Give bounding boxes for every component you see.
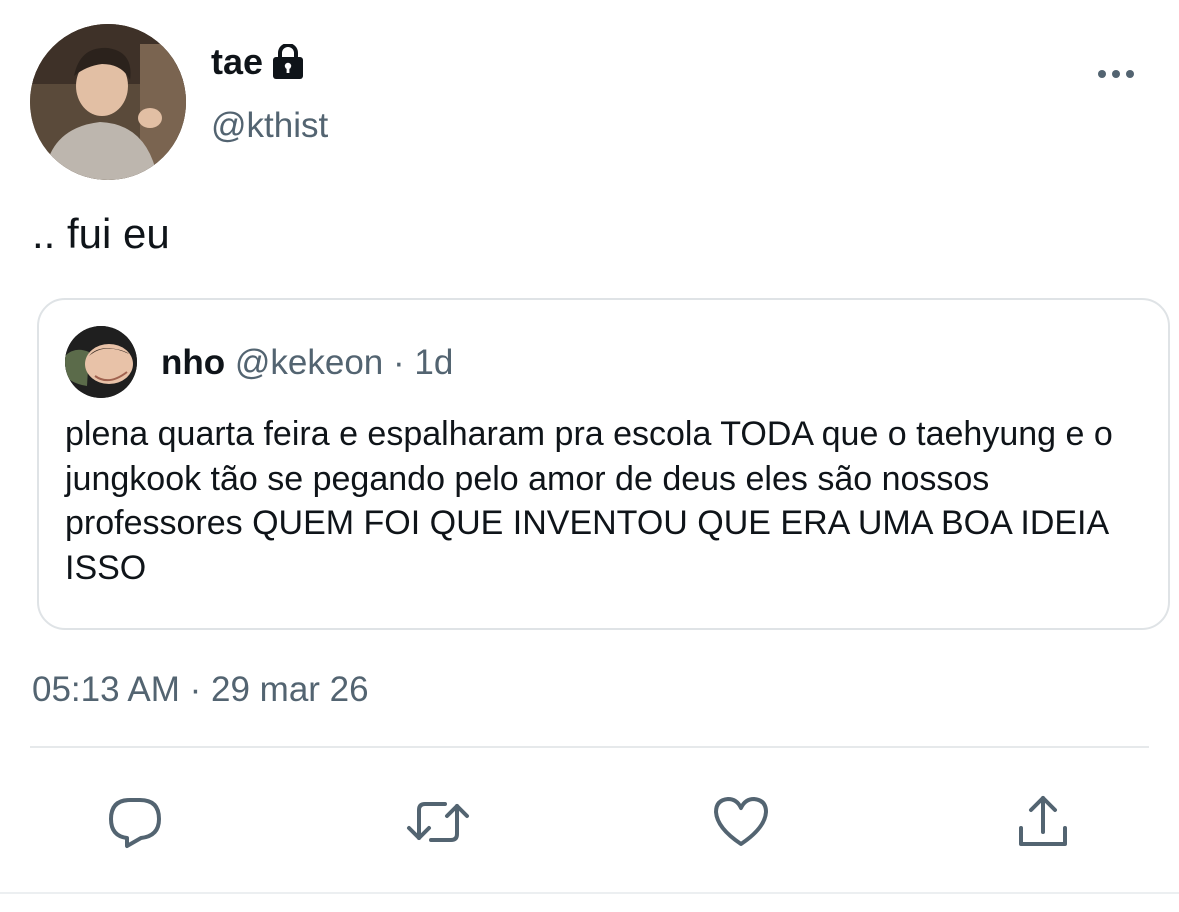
- quoted-author-avatar[interactable]: [65, 326, 137, 398]
- share-button[interactable]: [1011, 790, 1075, 854]
- reply-button[interactable]: [103, 790, 167, 854]
- divider: [30, 746, 1149, 748]
- quoted-author-handle[interactable]: @kekeon: [235, 343, 383, 382]
- timestamp-separator: ·: [189, 670, 202, 709]
- reply-icon: [105, 792, 165, 852]
- share-icon: [1013, 792, 1073, 852]
- quoted-tweet-age: 1d: [414, 343, 454, 382]
- avatar-image: [30, 24, 186, 180]
- heart-icon: [711, 794, 771, 850]
- author-avatar[interactable]: [30, 24, 186, 180]
- tweet-time: 05:13 AM: [32, 670, 180, 709]
- more-options-icon[interactable]: [1094, 62, 1138, 86]
- author-handle[interactable]: @kthist: [211, 104, 328, 148]
- tweet-timestamp[interactable]: 05:13 AM · 29 mar 26: [32, 668, 369, 712]
- quoted-author-name[interactable]: nho: [161, 343, 225, 382]
- author-name-row: tae: [211, 40, 305, 84]
- quoted-avatar-image: [65, 326, 137, 398]
- quoted-tweet-card[interactable]: nho @kekeon · 1d plena quarta feira e es…: [37, 298, 1170, 630]
- tweet-text: .. fui eu: [32, 210, 170, 257]
- quoted-separator: ·: [393, 343, 405, 382]
- quoted-tweet-header: nho @kekeon · 1d: [161, 342, 453, 384]
- like-button[interactable]: [709, 790, 773, 854]
- lock-icon: [271, 43, 305, 80]
- bottom-divider: [0, 892, 1179, 894]
- tweet-date: 29 mar 26: [211, 670, 369, 709]
- retweet-icon: [405, 792, 471, 852]
- author-display-name[interactable]: tae: [211, 40, 263, 84]
- retweet-button[interactable]: [406, 790, 470, 854]
- quoted-tweet-text: plena quarta feira e espalharam pra esco…: [65, 415, 1113, 587]
